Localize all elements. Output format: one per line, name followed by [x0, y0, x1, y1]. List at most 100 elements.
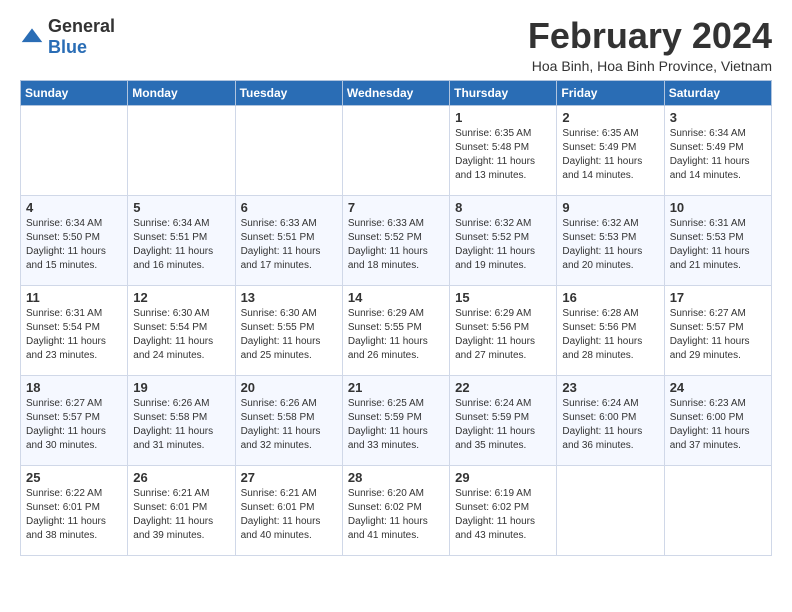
month-title: February 2024	[528, 16, 772, 56]
calendar-cell: 18 Sunrise: 6:27 AMSunset: 5:57 PMDayligh…	[21, 375, 128, 465]
page-header: General Blue February 2024 Hoa Binh, Hoa…	[20, 16, 772, 74]
day-number: 22	[455, 380, 551, 395]
logo: General Blue	[20, 16, 115, 58]
day-number: 15	[455, 290, 551, 305]
calendar-cell	[342, 105, 449, 195]
calendar-cell: 13Sunrise: 6:30 AMSunset: 5:55 PMDayligh…	[235, 285, 342, 375]
day-number: 17	[670, 290, 766, 305]
cell-info: Sunrise: 6:29 AMSunset: 5:55 PMDaylight:…	[348, 307, 444, 363]
day-number: 5	[133, 200, 229, 215]
day-number: 24	[670, 380, 766, 395]
calendar-cell: 29 Sunrise: 6:19 AMSunset: 6:02 PMDayligh…	[450, 465, 557, 555]
header-saturday: Saturday	[664, 80, 771, 105]
calendar-cell: 15 Sunrise: 6:29 AMSunset: 5:56 PMDayligh…	[450, 285, 557, 375]
day-number: 13	[241, 290, 337, 305]
week-row: 4 Sunrise: 6:34 AMSunset: 5:50 PMDaylight…	[21, 195, 772, 285]
calendar-cell: 2Sunrise: 6:35 AMSunset: 5:49 PMDaylight…	[557, 105, 664, 195]
calendar-cell: 20 Sunrise: 6:26 AMSunset: 5:58 PMDayligh…	[235, 375, 342, 465]
header-row: Sunday Monday Tuesday Wednesday Thursday…	[21, 80, 772, 105]
header-friday: Friday	[557, 80, 664, 105]
week-row: 18 Sunrise: 6:27 AMSunset: 5:57 PMDayligh…	[21, 375, 772, 465]
day-number: 7	[348, 200, 444, 215]
day-number: 29	[455, 470, 551, 485]
day-number: 26	[133, 470, 229, 485]
day-number: 11	[26, 290, 122, 305]
day-number: 6	[241, 200, 337, 215]
cell-info: Sunrise: 6:35 AMSunset: 5:49 PMDaylight:…	[562, 127, 658, 183]
header-thursday: Thursday	[450, 80, 557, 105]
day-number: 4	[26, 200, 122, 215]
calendar-header: Sunday Monday Tuesday Wednesday Thursday…	[21, 80, 772, 105]
header-tuesday: Tuesday	[235, 80, 342, 105]
calendar-cell	[128, 105, 235, 195]
calendar-cell: 25 Sunrise: 6:22 AMSunset: 6:01 PMDayligh…	[21, 465, 128, 555]
cell-info: Sunrise: 6:34 AMSunset: 5:50 PMDaylight:…	[26, 217, 122, 273]
calendar-cell: 8 Sunrise: 6:32 AMSunset: 5:52 PMDaylight…	[450, 195, 557, 285]
calendar-cell: 22Sunrise: 6:24 AMSunset: 5:59 PMDayligh…	[450, 375, 557, 465]
cell-info: Sunrise: 6:26 AMSunset: 5:58 PMDaylight:…	[241, 397, 337, 453]
calendar-cell: 23 Sunrise: 6:24 AMSunset: 6:00 PMDayligh…	[557, 375, 664, 465]
calendar-cell: 1Sunrise: 6:35 AMSunset: 5:48 PMDaylight…	[450, 105, 557, 195]
day-number: 1	[455, 110, 551, 125]
cell-info: Sunrise: 6:19 AMSunset: 6:02 PMDaylight:…	[455, 487, 551, 543]
calendar-cell: 5 Sunrise: 6:34 AMSunset: 5:51 PMDaylight…	[128, 195, 235, 285]
logo-icon	[20, 25, 44, 49]
cell-info: Sunrise: 6:27 AMSunset: 5:57 PMDaylight:…	[26, 397, 122, 453]
day-number: 20	[241, 380, 337, 395]
calendar-cell: 11 Sunrise: 6:31 AMSunset: 5:54 PMDayligh…	[21, 285, 128, 375]
calendar-cell: 24Sunrise: 6:23 AMSunset: 6:00 PMDayligh…	[664, 375, 771, 465]
cell-info: Sunrise: 6:31 AMSunset: 5:53 PMDaylight:…	[670, 217, 766, 273]
cell-info: Sunrise: 6:31 AMSunset: 5:54 PMDaylight:…	[26, 307, 122, 363]
cell-info: Sunrise: 6:24 AMSunset: 6:00 PMDaylight:…	[562, 397, 658, 453]
week-row: 11 Sunrise: 6:31 AMSunset: 5:54 PMDayligh…	[21, 285, 772, 375]
calendar-cell: 14 Sunrise: 6:29 AMSunset: 5:55 PMDayligh…	[342, 285, 449, 375]
cell-info: Sunrise: 6:29 AMSunset: 5:56 PMDaylight:…	[455, 307, 551, 363]
cell-info: Sunrise: 6:27 AMSunset: 5:57 PMDaylight:…	[670, 307, 766, 363]
day-number: 18	[26, 380, 122, 395]
calendar-cell	[235, 105, 342, 195]
calendar-cell: 12 Sunrise: 6:30 AMSunset: 5:54 PMDayligh…	[128, 285, 235, 375]
calendar-cell: 6 Sunrise: 6:33 AMSunset: 5:51 PMDaylight…	[235, 195, 342, 285]
cell-info: Sunrise: 6:22 AMSunset: 6:01 PMDaylight:…	[26, 487, 122, 543]
cell-info: Sunrise: 6:21 AMSunset: 6:01 PMDaylight:…	[133, 487, 229, 543]
calendar-cell: 28 Sunrise: 6:20 AMSunset: 6:02 PMDayligh…	[342, 465, 449, 555]
day-number: 12	[133, 290, 229, 305]
header-wednesday: Wednesday	[342, 80, 449, 105]
day-number: 9	[562, 200, 658, 215]
location-title: Hoa Binh, Hoa Binh Province, Vietnam	[528, 58, 772, 74]
calendar-table: Sunday Monday Tuesday Wednesday Thursday…	[20, 80, 772, 556]
calendar-cell: 9 Sunrise: 6:32 AMSunset: 5:53 PMDaylight…	[557, 195, 664, 285]
logo-blue: Blue	[48, 37, 87, 57]
day-number: 21	[348, 380, 444, 395]
cell-info: Sunrise: 6:33 AMSunset: 5:51 PMDaylight:…	[241, 217, 337, 273]
calendar-cell: 10 Sunrise: 6:31 AMSunset: 5:53 PMDayligh…	[664, 195, 771, 285]
day-number: 23	[562, 380, 658, 395]
cell-info: Sunrise: 6:32 AMSunset: 5:52 PMDaylight:…	[455, 217, 551, 273]
cell-info: Sunrise: 6:20 AMSunset: 6:02 PMDaylight:…	[348, 487, 444, 543]
calendar-cell	[664, 465, 771, 555]
cell-info: Sunrise: 6:34 AMSunset: 5:51 PMDaylight:…	[133, 217, 229, 273]
cell-info: Sunrise: 6:32 AMSunset: 5:53 PMDaylight:…	[562, 217, 658, 273]
calendar-cell: 3Sunrise: 6:34 AMSunset: 5:49 PMDaylight…	[664, 105, 771, 195]
day-number: 14	[348, 290, 444, 305]
calendar-cell: 27Sunrise: 6:21 AMSunset: 6:01 PMDayligh…	[235, 465, 342, 555]
calendar-cell: 16 Sunrise: 6:28 AMSunset: 5:56 PMDayligh…	[557, 285, 664, 375]
logo-general: General	[48, 16, 115, 36]
calendar-cell: 21 Sunrise: 6:25 AMSunset: 5:59 PMDayligh…	[342, 375, 449, 465]
cell-info: Sunrise: 6:30 AMSunset: 5:54 PMDaylight:…	[133, 307, 229, 363]
day-number: 8	[455, 200, 551, 215]
cell-info: Sunrise: 6:33 AMSunset: 5:52 PMDaylight:…	[348, 217, 444, 273]
cell-info: Sunrise: 6:28 AMSunset: 5:56 PMDaylight:…	[562, 307, 658, 363]
day-number: 28	[348, 470, 444, 485]
cell-info: Sunrise: 6:26 AMSunset: 5:58 PMDaylight:…	[133, 397, 229, 453]
calendar-cell: 7 Sunrise: 6:33 AMSunset: 5:52 PMDaylight…	[342, 195, 449, 285]
day-number: 10	[670, 200, 766, 215]
cell-info: Sunrise: 6:34 AMSunset: 5:49 PMDaylight:…	[670, 127, 766, 183]
calendar-cell: 26 Sunrise: 6:21 AMSunset: 6:01 PMDayligh…	[128, 465, 235, 555]
day-number: 25	[26, 470, 122, 485]
calendar-cell	[557, 465, 664, 555]
cell-info: Sunrise: 6:25 AMSunset: 5:59 PMDaylight:…	[348, 397, 444, 453]
calendar-cell: 4 Sunrise: 6:34 AMSunset: 5:50 PMDaylight…	[21, 195, 128, 285]
day-number: 16	[562, 290, 658, 305]
calendar-cell	[21, 105, 128, 195]
